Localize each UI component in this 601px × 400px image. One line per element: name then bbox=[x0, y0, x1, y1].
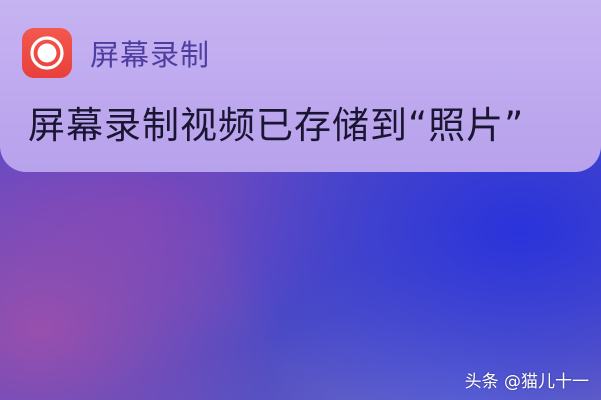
notification-banner[interactable]: 屏幕录制 屏幕录制视频已存储到“照片” bbox=[0, 0, 601, 172]
watermark: 头条 @猫儿十一 bbox=[464, 372, 589, 392]
notification-message: 屏幕录制视频已存储到“照片” bbox=[28, 104, 525, 147]
screen-record-icon bbox=[22, 28, 72, 78]
app-name: 屏幕录制 bbox=[90, 38, 211, 72]
